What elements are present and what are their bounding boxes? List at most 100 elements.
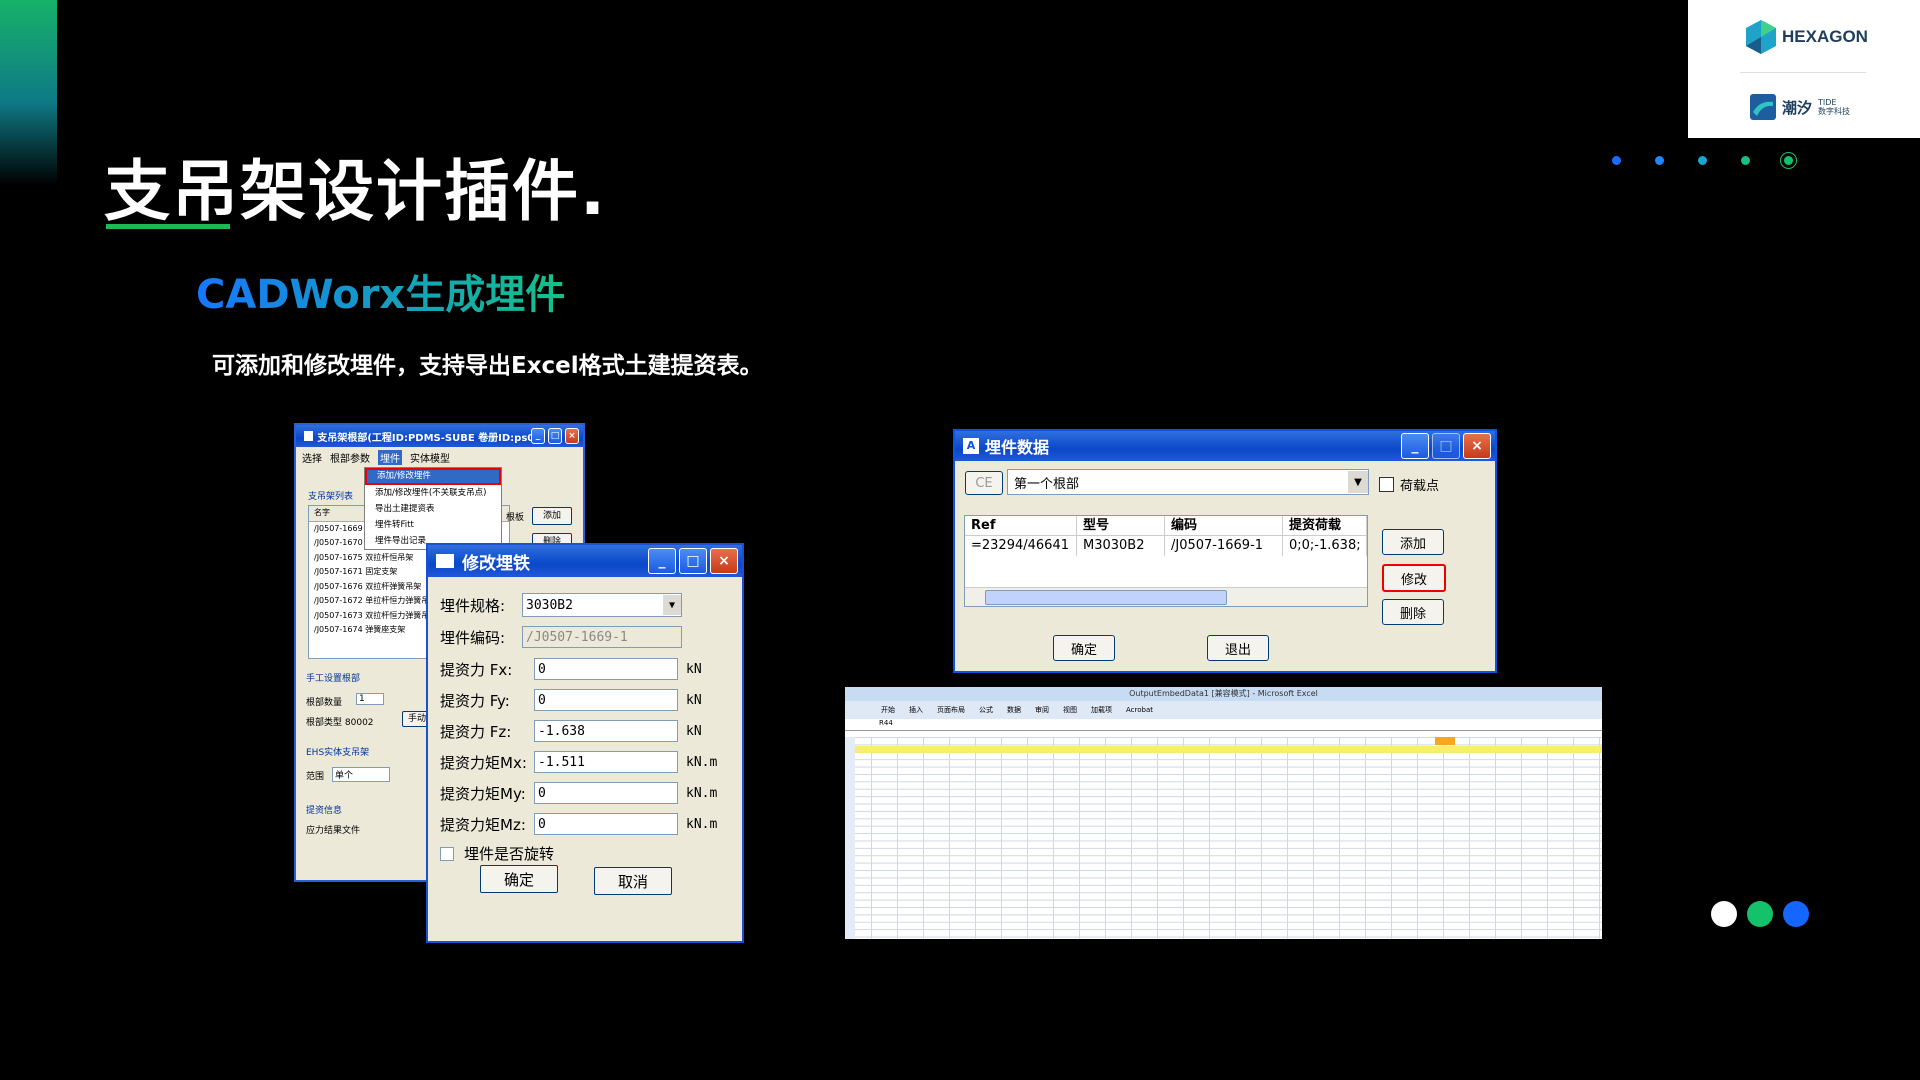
tab-insert[interactable]: 插入 <box>909 705 923 715</box>
ce-button[interactable]: CE <box>965 471 1003 495</box>
spec-select[interactable]: 3030B2 ▼ <box>522 593 682 617</box>
root-count-select[interactable]: 1 <box>356 693 384 705</box>
load-point-label: 荷载点 <box>1400 479 1440 494</box>
close-icon[interactable]: × <box>1463 433 1491 459</box>
fy-label: 提资力 Fy: <box>440 691 510 710</box>
chevron-down-icon[interactable]: ▼ <box>1348 471 1368 493</box>
tab-review[interactable]: 审阅 <box>1035 705 1049 715</box>
tab-home[interactable]: 开始 <box>881 705 895 715</box>
fy-field[interactable]: 0 <box>534 689 678 711</box>
title-underline <box>106 224 230 229</box>
col-code: 编码 <box>1165 516 1283 536</box>
scope-label: 范围 <box>306 772 325 782</box>
tab-formula[interactable]: 公式 <box>979 705 993 715</box>
menu-item-add-modify-embed[interactable]: 添加/修改埋件 <box>365 468 501 485</box>
row-headers <box>845 737 855 939</box>
cell-ref: =23294/46641 <box>965 536 1077 556</box>
embed-dialog-title: 埋件数据 <box>985 438 1050 457</box>
code-field: /J0507-1669-1 <box>522 626 682 648</box>
slide-title: 支吊架设计插件. <box>104 153 608 230</box>
rotate-checkbox[interactable] <box>440 846 454 861</box>
fz-unit: kN <box>686 723 702 739</box>
slide-description: 可添加和修改埋件，支持导出Excel格式土建提资表。 <box>212 353 763 379</box>
app-icon <box>304 431 314 441</box>
logo-panel: HEXAGON 潮汐 TIDE 数字科技 <box>1688 0 1920 138</box>
maximize-icon[interactable]: □ <box>1432 433 1460 459</box>
ok-button[interactable]: 确定 <box>480 865 558 893</box>
tide-icon <box>1750 94 1776 120</box>
modify-dialog-title: 修改埋铁 <box>462 553 530 574</box>
minimize-icon[interactable]: _ <box>531 428 545 444</box>
embed-data-dialog: A 埋件数据 _ □ × CE 第一个根部 ▼ 荷载点 Ref 型号 编码 提资… <box>953 429 1497 673</box>
close-icon[interactable]: × <box>565 428 579 444</box>
menu-item-add-modify-unlinked[interactable]: 添加/修改埋件(不关联支吊点) <box>365 485 501 501</box>
tide-cn: 潮汐 <box>1782 98 1813 117</box>
window-icon <box>436 554 454 568</box>
add-button[interactable]: 添加 <box>532 507 572 525</box>
menu-embed[interactable]: 埋件 <box>378 450 402 465</box>
load-point-option[interactable]: 荷载点 <box>1379 475 1439 494</box>
excel-window: OutputEmbedData1 [兼容模式] - Microsoft Exce… <box>845 687 1602 939</box>
tab-acrobat[interactable]: Acrobat <box>1126 706 1153 714</box>
stress-label: 应力结果文件 <box>306 826 361 836</box>
tab-layout[interactable]: 页面布局 <box>937 705 965 715</box>
add-button[interactable]: 添加 <box>1382 529 1444 555</box>
menu-item-export-sheet[interactable]: 导出土建提资表 <box>365 501 501 517</box>
formula-bar[interactable]: R44 <box>845 719 1602 731</box>
minimize-icon[interactable]: _ <box>1401 433 1429 459</box>
tab-view[interactable]: 视图 <box>1063 705 1077 715</box>
dot-green <box>1747 901 1773 927</box>
maximize-icon[interactable]: □ <box>548 428 562 444</box>
root-count-label: 根部数量 <box>306 698 343 708</box>
close-icon[interactable]: × <box>710 548 738 574</box>
menu-item-embed-to-fitt[interactable]: 埋件转Fitt <box>365 517 501 533</box>
fx-field[interactable]: 0 <box>534 658 678 680</box>
mz-label: 提资力矩Mz: <box>440 815 526 834</box>
fz-field[interactable]: -1.638 <box>534 720 678 742</box>
menu-select[interactable]: 选择 <box>302 450 322 465</box>
fy-unit: kN <box>686 692 702 708</box>
load-point-checkbox[interactable] <box>1379 477 1394 492</box>
slide-subtitle: CADWorx生成埋件 <box>196 262 565 320</box>
tide-en-top: TIDE <box>1818 98 1837 107</box>
cancel-button[interactable]: 取消 <box>594 867 672 895</box>
modify-dialog-titlebar: 修改埋铁 _ □ × <box>428 545 742 577</box>
menu-root-params[interactable]: 根部参数 <box>330 450 370 465</box>
minimize-icon[interactable]: _ <box>648 548 676 574</box>
scope-select[interactable]: 单个 <box>332 767 390 782</box>
tab-addins[interactable]: 加载项 <box>1091 705 1112 715</box>
code-label: 埋件编码: <box>440 628 506 647</box>
cell-load: 0;0;-1.638; <box>1283 536 1367 556</box>
mx-field[interactable]: -1.511 <box>534 751 678 773</box>
maximize-icon[interactable]: □ <box>679 548 707 574</box>
exit-button[interactable]: 退出 <box>1207 635 1269 661</box>
root-select[interactable]: 第一个根部 ▼ <box>1007 469 1369 495</box>
embed-dialog-titlebar: A 埋件数据 _ □ × <box>955 431 1495 461</box>
menu-solid-model[interactable]: 实体模型 <box>410 450 450 465</box>
spreadsheet-grid[interactable] <box>845 737 1602 939</box>
chevron-down-icon[interactable]: ▼ <box>663 595 681 615</box>
support-window-title: 支吊架根部(工程ID:PDMS-SUBE 卷册ID:ps01) <box>317 432 531 444</box>
my-label: 提资力矩My: <box>440 784 526 803</box>
dot-blue <box>1783 901 1809 927</box>
delete-button[interactable]: 删除 <box>1382 599 1444 625</box>
dot <box>1698 156 1707 165</box>
dot <box>1612 156 1621 165</box>
tide-logo: 潮汐 TIDE 数字科技 <box>1750 94 1850 120</box>
fx-label: 提资力 Fx: <box>440 660 513 679</box>
tab-data[interactable]: 数据 <box>1007 705 1021 715</box>
table-row[interactable]: =23294/46641 M3030B2 /J0507-1669-1 0;0;-… <box>965 536 1367 556</box>
my-field[interactable]: 0 <box>534 782 678 804</box>
modify-button[interactable]: 修改 <box>1382 564 1446 592</box>
hexagon-logo: HEXAGON <box>1746 20 1868 54</box>
ok-button[interactable]: 确定 <box>1053 635 1115 661</box>
root-type-label: 根部类型 80002 <box>306 718 374 728</box>
side-label: 根板 <box>506 513 525 523</box>
cell-model: M3030B2 <box>1077 536 1165 556</box>
col-load: 提资荷载 <box>1283 516 1367 536</box>
mz-field[interactable]: 0 <box>534 813 678 835</box>
name-box[interactable]: R44 <box>879 719 893 727</box>
horizontal-scrollbar[interactable] <box>965 587 1367 606</box>
dot-active <box>1784 156 1793 165</box>
scroll-thumb[interactable] <box>985 590 1227 605</box>
